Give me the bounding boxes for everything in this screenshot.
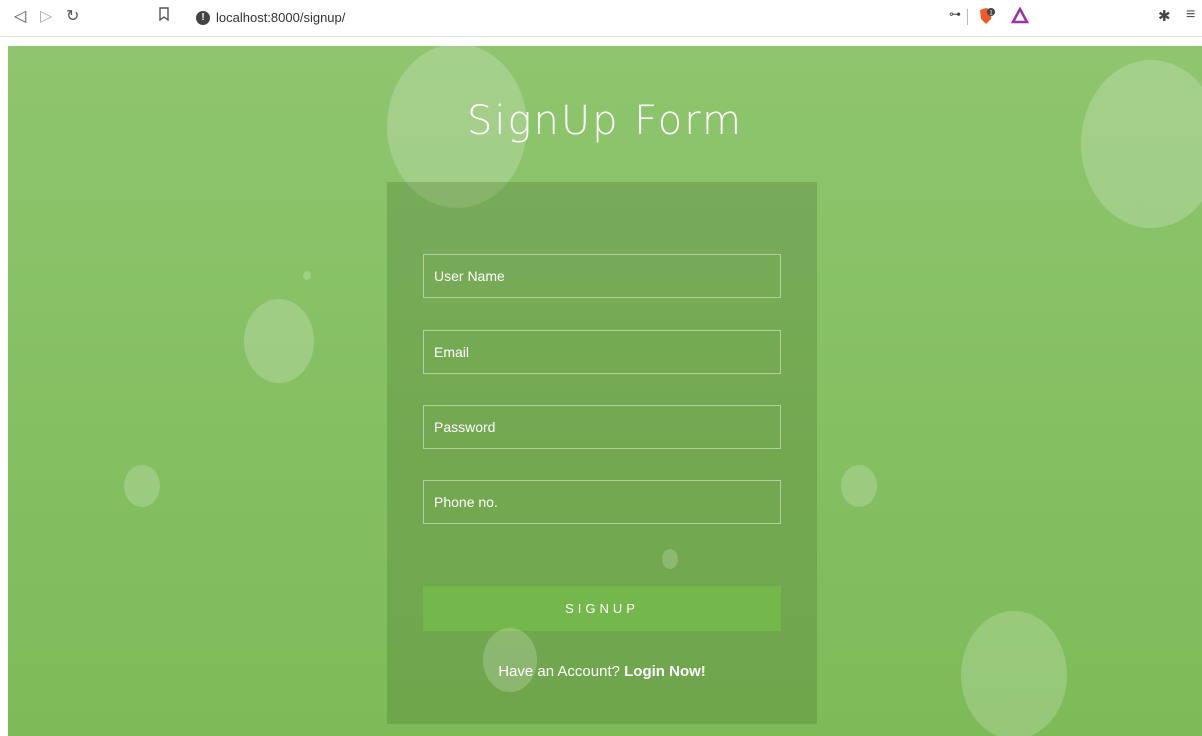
bubble-decoration	[1081, 60, 1202, 228]
username-field[interactable]	[423, 254, 781, 298]
reload-icon[interactable]: ↻	[66, 6, 79, 28]
password-field[interactable]	[423, 405, 781, 449]
brave-shield-icon[interactable]: 1	[977, 7, 995, 25]
url-text[interactable]: localhost:8000/signup/	[216, 10, 345, 25]
bubble-decoration	[244, 299, 314, 383]
email-field[interactable]	[423, 330, 781, 374]
page-title: SignUp Form	[466, 98, 743, 144]
bubble-decoration	[124, 465, 160, 507]
account-prompt-row: Have an Account? Login Now!	[387, 663, 817, 680]
bubble-decoration	[483, 628, 537, 692]
extensions-icon[interactable]: ✱	[1158, 7, 1171, 25]
login-link[interactable]: Login Now!	[624, 663, 706, 680]
browser-toolbar: ◁ ▷ ↻ ! localhost:8000/signup/ ⊶ 1 ✱ ≡	[0, 0, 1202, 37]
signup-button[interactable]: SIGNUP	[423, 586, 781, 631]
bubble-decoration	[662, 549, 678, 569]
back-icon[interactable]: ◁	[14, 6, 26, 28]
key-icon[interactable]: ⊶	[949, 7, 961, 21]
toolbar-divider	[967, 9, 968, 25]
menu-icon[interactable]: ≡	[1186, 6, 1195, 24]
bookmark-icon[interactable]	[158, 6, 170, 28]
info-icon[interactable]: !	[196, 11, 210, 25]
signup-form: SIGNUP Have an Account? Login Now!	[387, 182, 817, 724]
bubble-decoration	[961, 611, 1067, 736]
phone-field[interactable]	[423, 480, 781, 524]
brave-rewards-icon[interactable]	[1011, 7, 1029, 25]
bubble-decoration	[841, 465, 877, 507]
forward-icon[interactable]: ▷	[40, 6, 52, 28]
address-bar[interactable]: ! localhost:8000/signup/	[184, 8, 934, 30]
page-background: SignUp Form SIGNUP Have an Account? Logi…	[8, 46, 1202, 736]
bubble-decoration	[303, 271, 311, 280]
account-prompt-text: Have an Account?	[498, 663, 620, 680]
